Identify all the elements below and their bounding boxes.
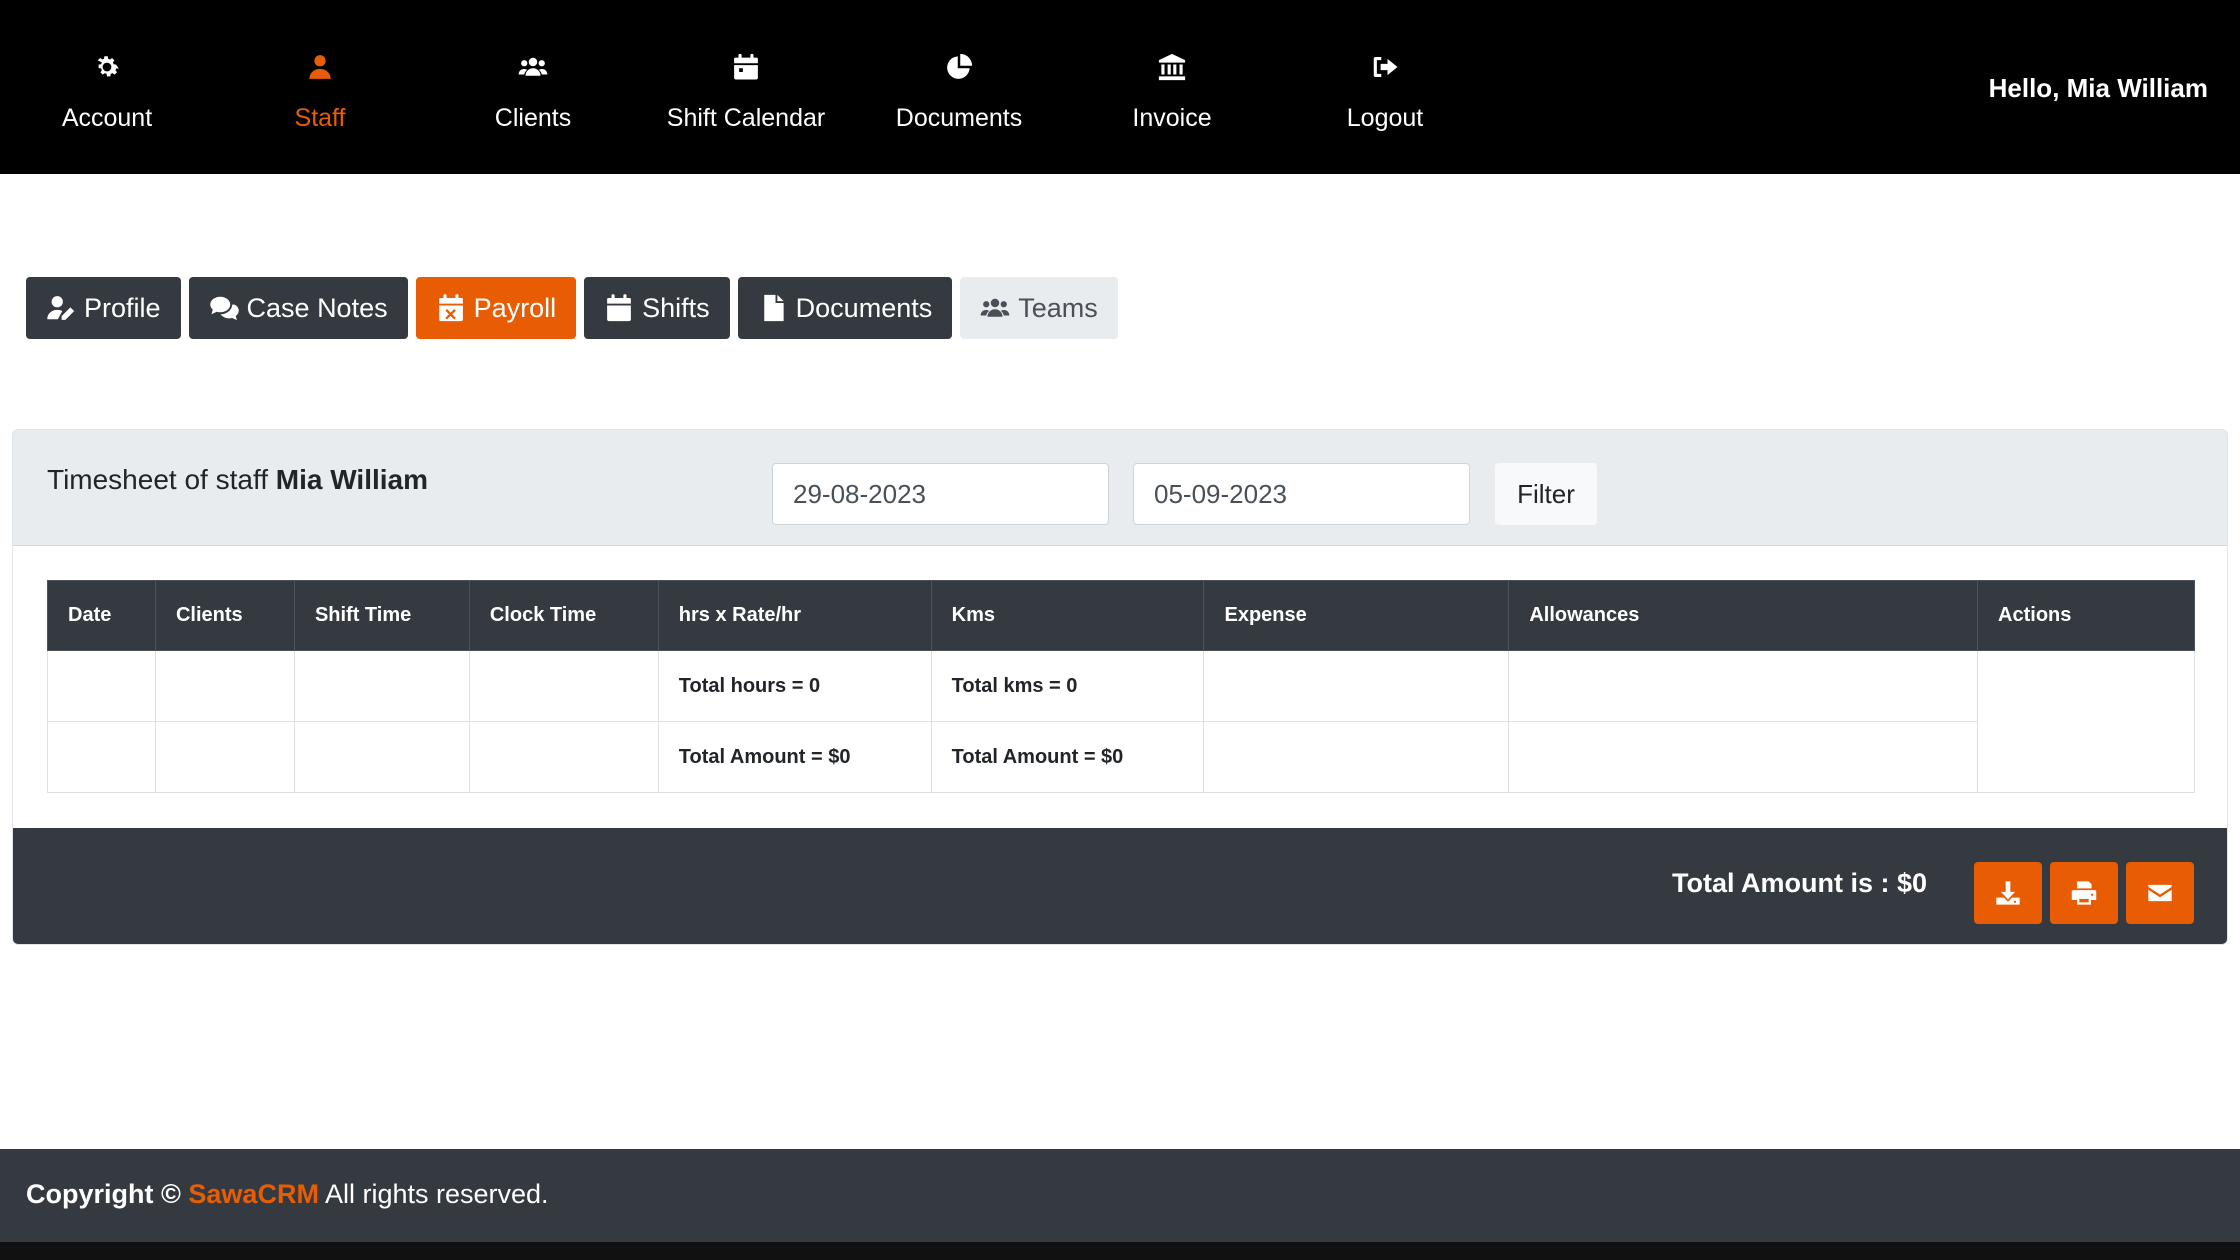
cell-empty [468, 721, 659, 793]
pie-chart-icon [852, 52, 1066, 88]
col-hrs-rate: hrs x Rate/hr [657, 580, 932, 651]
copyright-label: Copyright © [26, 1179, 181, 1209]
col-kms: Kms [930, 580, 1205, 651]
calendar-icon [639, 52, 853, 88]
file-icon [763, 294, 784, 322]
col-shift-time: Shift Time [293, 580, 470, 651]
copyright-text: Copyright © SawaCRM All rights reserved. [26, 1179, 549, 1210]
gear-icon [0, 52, 214, 88]
timesheet-header: Timesheet of staff Mia William Filter [13, 430, 2227, 546]
nav-invoice[interactable]: Invoice [1065, 52, 1279, 142]
total-amount-text: Total Amount is : $0 [1671, 868, 1927, 898]
calendar-x-icon [438, 294, 463, 322]
tab-teams[interactable]: Teams [960, 277, 1118, 339]
calendar-icon [607, 294, 632, 322]
nav-documents-label: Documents [895, 104, 1023, 132]
tab-documents[interactable]: Documents [737, 277, 953, 339]
sign-out-icon [1278, 52, 1492, 88]
col-allowances: Allowances [1508, 580, 1979, 651]
filter-button[interactable]: Filter [1495, 463, 1597, 525]
brand-link[interactable]: SawaCRM [188, 1179, 319, 1209]
timesheet-title: Timesheet of staff Mia William [47, 464, 428, 496]
tab-shifts-label: Shifts [642, 292, 710, 323]
timesheet-summary: Total Amount is : $0 [13, 828, 2227, 944]
tab-case-notes-label: Case Notes [246, 292, 388, 323]
nav-documents[interactable]: Documents [852, 52, 1066, 142]
tab-teams-label: Teams [1018, 292, 1098, 323]
bottom-strip [0, 1242, 2240, 1260]
cell-empty [154, 650, 295, 722]
total-amount-kms-cell: Total Amount = $0 [930, 721, 1205, 793]
table-row: Total hours = 0 Total kms = 0 [47, 650, 2195, 793]
nav-shift-calendar-label: Shift Calendar [666, 104, 826, 132]
envelope-icon [2148, 884, 2172, 902]
cell-empty [293, 721, 470, 793]
nav-staff-label: Staff [294, 104, 346, 132]
col-clients: Clients [154, 580, 295, 651]
staff-name: Mia William [275, 464, 429, 495]
cell-empty [1203, 650, 1510, 722]
date-to-input[interactable] [1133, 463, 1470, 525]
rights-text: All rights reserved. [324, 1179, 549, 1209]
cell-empty [47, 721, 156, 793]
total-kms-cell: Total kms = 0 [930, 650, 1205, 722]
users-icon [426, 52, 640, 88]
tab-documents-label: Documents [795, 292, 933, 323]
user-icon [213, 52, 427, 88]
staff-tabs: Profile Case Notes Payroll Shifts Docume… [26, 277, 1118, 339]
nav-invoice-label: Invoice [1132, 104, 1212, 132]
print-button[interactable] [2050, 862, 2118, 924]
timesheet-table: Date Clients Shift Time Clock Time hrs x… [47, 580, 2195, 793]
total-amount-hours-cell: Total Amount = $0 [657, 721, 932, 793]
tab-profile[interactable]: Profile [26, 277, 181, 339]
cell-empty [293, 650, 470, 722]
nav-clients[interactable]: Clients [426, 52, 640, 142]
tab-profile-label: Profile [84, 292, 161, 323]
cell-empty [47, 650, 156, 722]
print-icon [2071, 881, 2097, 905]
total-hours-cell: Total hours = 0 [657, 650, 932, 722]
comments-icon [209, 296, 239, 321]
cell-empty [1203, 721, 1510, 793]
col-expense: Expense [1203, 580, 1510, 651]
tab-shifts[interactable]: Shifts [584, 277, 730, 339]
tab-case-notes[interactable]: Case Notes [188, 277, 408, 339]
date-from-input[interactable] [772, 463, 1109, 525]
cell-empty [154, 721, 295, 793]
col-clock-time: Clock Time [468, 580, 659, 651]
timesheet-card: Timesheet of staff Mia William Filter Da… [12, 429, 2228, 945]
nav-logout[interactable]: Logout [1278, 52, 1492, 142]
download-button[interactable] [1974, 862, 2042, 924]
page-footer: Copyright © SawaCRM All rights reserved. [0, 1149, 2240, 1242]
tab-payroll-label: Payroll [473, 292, 557, 323]
nav-account[interactable]: Account [0, 52, 214, 142]
table-row: Total Amount = $0 Total Amount = $0 [47, 721, 2195, 793]
col-date: Date [47, 580, 156, 651]
nav-shift-calendar[interactable]: Shift Calendar [639, 52, 853, 142]
user-greeting: Hello, Mia William [1988, 73, 2208, 103]
cell-actions-empty [1977, 650, 2195, 793]
users-icon [980, 298, 1010, 317]
cell-empty [1508, 650, 1979, 722]
download-icon [1996, 881, 2020, 905]
email-button[interactable] [2126, 862, 2194, 924]
nav-clients-label: Clients [494, 104, 572, 132]
tab-payroll[interactable]: Payroll [415, 277, 577, 339]
nav-staff[interactable]: Staff [213, 52, 427, 142]
col-actions: Actions [1977, 580, 2195, 651]
cell-empty [1508, 721, 1979, 793]
nav-account-label: Account [61, 104, 153, 132]
bank-icon [1065, 52, 1279, 88]
timesheet-title-prefix: Timesheet of staff [47, 464, 268, 495]
nav-logout-label: Logout [1346, 104, 1424, 132]
table-header-row: Date Clients Shift Time Clock Time hrs x… [47, 580, 2195, 651]
top-navbar: Account Staff Clients Shift Calendar Doc… [0, 0, 2240, 174]
user-edit-icon [47, 296, 75, 320]
cell-empty [468, 650, 659, 722]
